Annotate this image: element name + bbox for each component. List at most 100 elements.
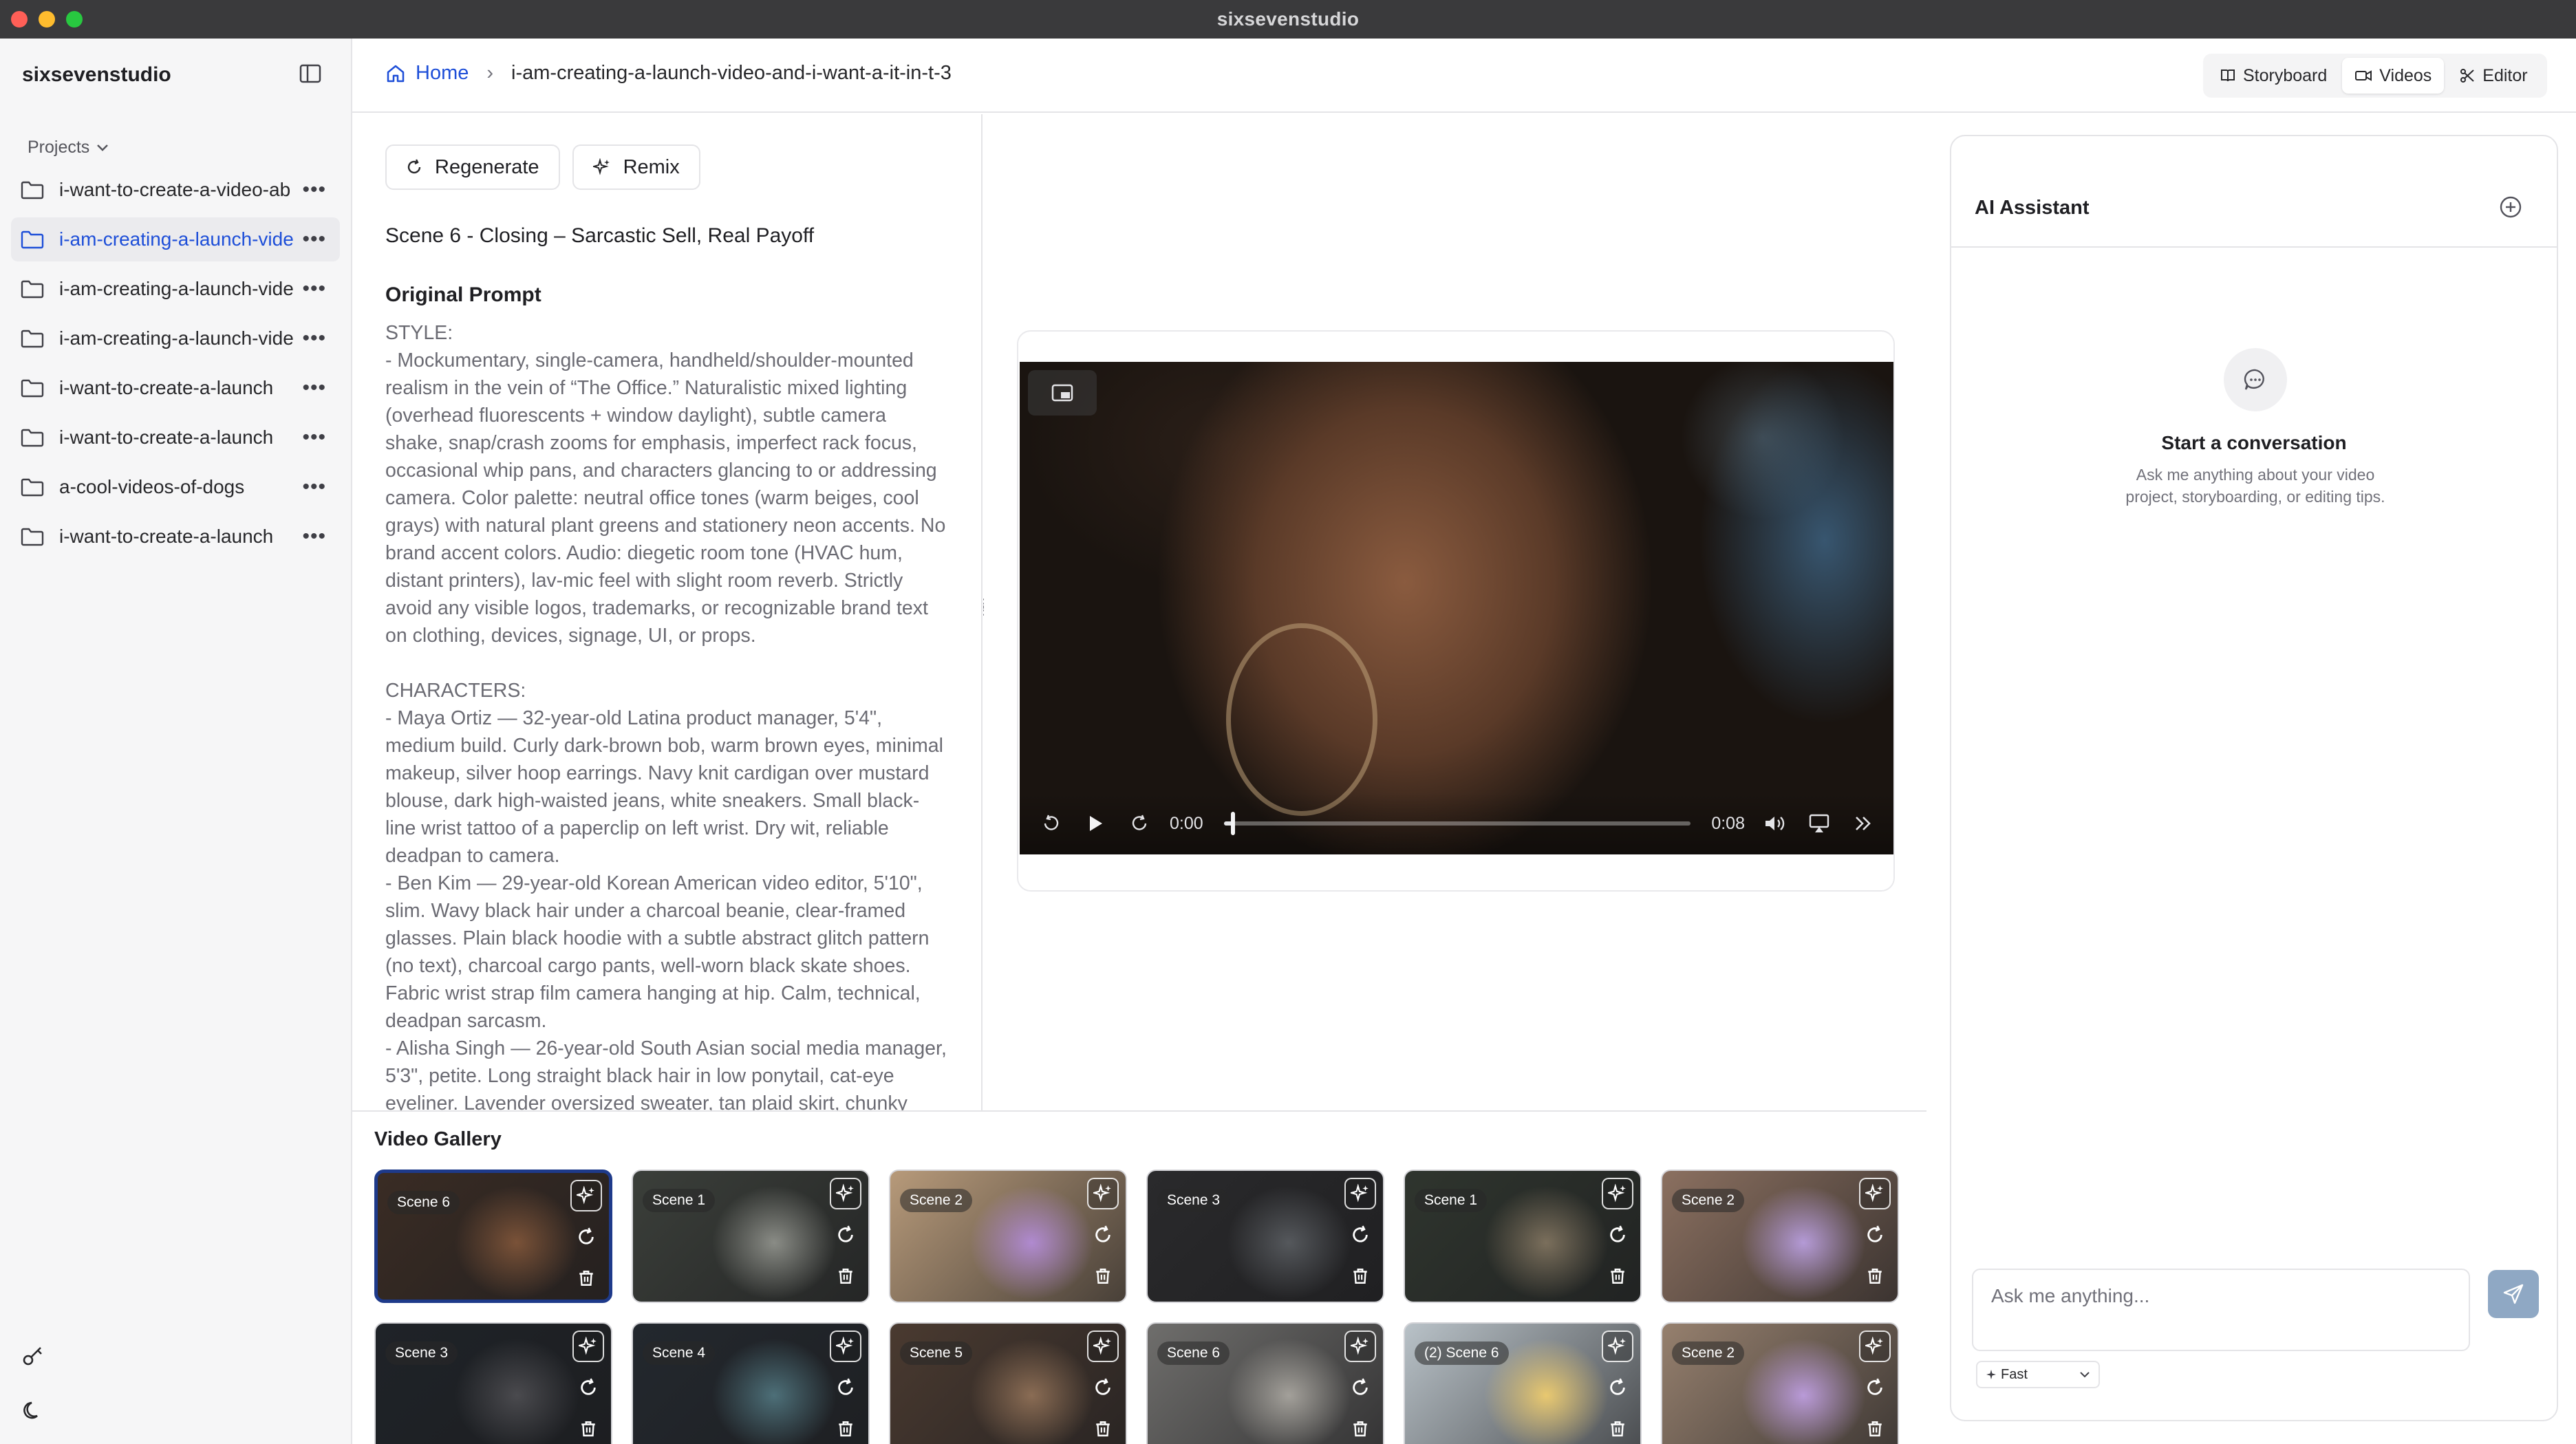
regenerate-button[interactable]: Regenerate: [385, 144, 560, 190]
thumbnail-regenerate-button[interactable]: [1602, 1372, 1633, 1403]
sidebar-project-item[interactable]: i-want-to-create-a-launch •••: [11, 515, 340, 559]
gallery-thumbnail[interactable]: Scene 3: [1146, 1170, 1384, 1303]
gallery-thumbnail[interactable]: Scene 2: [889, 1170, 1127, 1303]
gallery-thumbnail[interactable]: Scene 1: [632, 1170, 870, 1303]
thumbnail-regenerate-button[interactable]: [1602, 1219, 1633, 1251]
folder-icon: [21, 478, 44, 497]
play-button[interactable]: [1082, 810, 1109, 837]
volume-button[interactable]: [1761, 810, 1789, 837]
thumbnail-remix-button[interactable]: [1602, 1330, 1633, 1362]
thumbnail-regenerate-button[interactable]: [1859, 1219, 1891, 1251]
thumbnail-delete-button[interactable]: [1344, 1413, 1376, 1444]
gallery-resize-handle[interactable]: ⋯: [1133, 1112, 1150, 1116]
thumbnail-remix-button[interactable]: [1602, 1178, 1633, 1209]
gallery-thumbnail[interactable]: Scene 3: [374, 1322, 612, 1444]
sidebar-project-item[interactable]: i-want-to-create-a-launch •••: [11, 416, 340, 460]
sidebar-project-item[interactable]: i-am-creating-a-launch-vide •••: [11, 217, 340, 261]
sidebar-project-item[interactable]: i-want-to-create-a-video-ab •••: [11, 168, 340, 212]
thumbnail-regenerate-button[interactable]: [830, 1219, 861, 1251]
thumbnail-regenerate-button[interactable]: [570, 1221, 602, 1253]
theme-toggle-button[interactable]: [18, 1395, 48, 1425]
project-more-button[interactable]: •••: [301, 277, 326, 301]
sidebar-project-item[interactable]: i-am-creating-a-launch-vide •••: [11, 267, 340, 311]
thumbnail-delete-button[interactable]: [1087, 1260, 1119, 1292]
gallery-thumbnail[interactable]: Scene 4: [632, 1322, 870, 1444]
chevron-down-icon: [2080, 1372, 2090, 1378]
thumbnail-remix-button[interactable]: [830, 1330, 861, 1362]
original-prompt-heading: Original Prompt: [385, 283, 541, 306]
tab-editor[interactable]: Editor: [2447, 58, 2540, 94]
thumbnail-regenerate-button[interactable]: [1087, 1219, 1119, 1251]
projects-section-toggle[interactable]: Projects: [28, 138, 109, 158]
video-scrubber[interactable]: [1223, 812, 1691, 835]
minimize-window-button[interactable]: [39, 11, 55, 28]
scrubber-handle[interactable]: [1231, 812, 1236, 835]
thumbnail-delete-button[interactable]: [1859, 1413, 1891, 1444]
gallery-thumbnail[interactable]: Scene 6: [1146, 1322, 1384, 1444]
gallery-thumbnail[interactable]: Scene 5: [889, 1322, 1127, 1444]
thumbnail-delete-button[interactable]: [572, 1413, 604, 1444]
thumbnail-remix-button[interactable]: [572, 1330, 604, 1362]
thumbnail-delete-button[interactable]: [570, 1262, 602, 1294]
trash-icon: [839, 1269, 852, 1284]
tab-storyboard[interactable]: Storyboard: [2207, 58, 2339, 94]
project-more-button[interactable]: •••: [301, 327, 326, 350]
thumbnail-regenerate-button[interactable]: [1087, 1372, 1119, 1403]
project-more-button[interactable]: •••: [301, 475, 326, 499]
thumbnail-delete-button[interactable]: [830, 1260, 861, 1292]
thumbnail-remix-button[interactable]: [1859, 1330, 1891, 1362]
thumbnail-remix-button[interactable]: [1087, 1178, 1119, 1209]
thumbnail-delete-button[interactable]: [1859, 1260, 1891, 1292]
thumbnail-regenerate-button[interactable]: [1344, 1372, 1376, 1403]
gallery-thumbnail[interactable]: Scene 2: [1661, 1322, 1899, 1444]
new-conversation-button[interactable]: [2498, 194, 2524, 220]
remix-button[interactable]: Remix: [572, 144, 700, 190]
gallery-thumbnail[interactable]: Scene 1: [1404, 1170, 1642, 1303]
thumbnail-remix-button[interactable]: [830, 1178, 861, 1209]
model-mode-label: Fast: [2001, 1366, 2028, 1382]
trash-icon: [1353, 1269, 1367, 1284]
thumbnail-remix-button[interactable]: [1859, 1178, 1891, 1209]
thumbnail-remix-button[interactable]: [570, 1180, 602, 1211]
thumbnail-delete-button[interactable]: [830, 1413, 861, 1444]
project-more-button[interactable]: •••: [301, 525, 326, 548]
sparkle-icon: [836, 1337, 854, 1355]
skip-back-button[interactable]: [1038, 810, 1065, 837]
thumbnail-regenerate-button[interactable]: [572, 1372, 604, 1403]
skip-forward-button[interactable]: [1126, 810, 1153, 837]
project-more-button[interactable]: •••: [301, 376, 326, 400]
thumbnail-delete-button[interactable]: [1087, 1413, 1119, 1444]
sidebar-toggle-button[interactable]: [299, 63, 322, 84]
project-more-button[interactable]: •••: [301, 228, 326, 251]
sidebar-project-item[interactable]: a-cool-videos-of-dogs •••: [11, 465, 340, 509]
sidebar-project-item[interactable]: i-want-to-create-a-launch •••: [11, 366, 340, 410]
chat-input[interactable]: [1991, 1285, 2451, 1307]
picture-in-picture-button[interactable]: [1028, 370, 1097, 416]
gallery-thumbnail[interactable]: Scene 2: [1661, 1170, 1899, 1303]
thumbnail-delete-button[interactable]: [1602, 1413, 1633, 1444]
thumbnail-remix-button[interactable]: [1087, 1330, 1119, 1362]
breadcrumb-home-label: Home: [416, 62, 469, 84]
api-key-button[interactable]: [18, 1340, 48, 1370]
project-more-button[interactable]: •••: [301, 426, 326, 449]
video-player[interactable]: 0:00 0:08: [1020, 362, 1893, 854]
breadcrumb-home[interactable]: Home: [385, 62, 469, 85]
gallery-thumbnail[interactable]: Scene 6: [374, 1170, 612, 1303]
thumbnail-remix-button[interactable]: [1344, 1330, 1376, 1362]
thumbnail-delete-button[interactable]: [1602, 1260, 1633, 1292]
airplay-button[interactable]: [1805, 810, 1833, 837]
zoom-window-button[interactable]: [66, 11, 83, 28]
close-window-button[interactable]: [11, 11, 28, 28]
gallery-thumbnail[interactable]: (2) Scene 6: [1404, 1322, 1642, 1444]
thumbnail-regenerate-button[interactable]: [830, 1372, 861, 1403]
model-mode-select[interactable]: Fast: [1976, 1361, 2100, 1388]
more-controls-button[interactable]: [1849, 810, 1877, 837]
thumbnail-regenerate-button[interactable]: [1859, 1372, 1891, 1403]
thumbnail-remix-button[interactable]: [1344, 1178, 1376, 1209]
project-more-button[interactable]: •••: [301, 178, 326, 202]
thumbnail-regenerate-button[interactable]: [1344, 1219, 1376, 1251]
sidebar-project-item[interactable]: i-am-creating-a-launch-vide •••: [11, 316, 340, 360]
send-button[interactable]: [2488, 1270, 2539, 1318]
thumbnail-delete-button[interactable]: [1344, 1260, 1376, 1292]
tab-videos[interactable]: Videos: [2342, 58, 2445, 94]
